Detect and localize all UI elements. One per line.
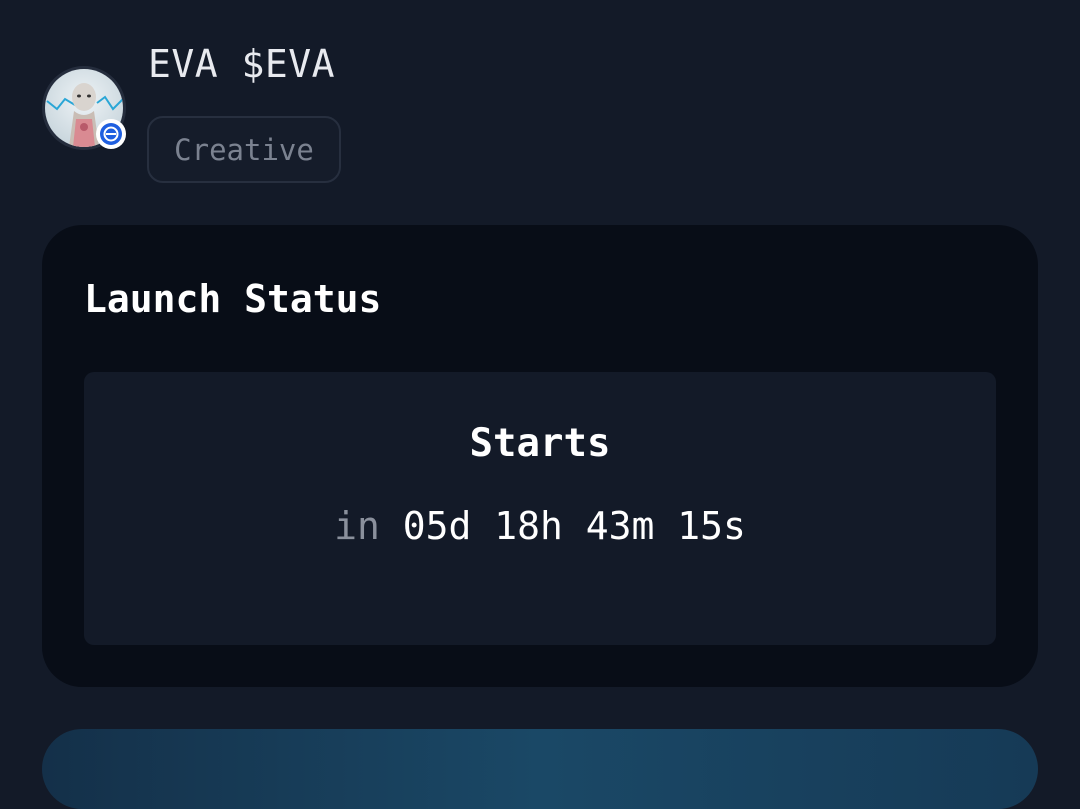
countdown-prefix: in (334, 504, 380, 548)
countdown-panel: Starts in 05d 18h 43m 15s (84, 372, 996, 645)
launch-status-card: Launch Status Starts in 05d 18h 43m 15s (42, 225, 1038, 687)
token-avatar-container[interactable] (42, 66, 126, 150)
category-tag-label: Creative (174, 132, 314, 167)
countdown-value: 05d 18h 43m 15s (402, 504, 746, 548)
base-chain-icon (96, 119, 126, 149)
launch-status-label: Starts (469, 421, 611, 466)
countdown-timer: in 05d 18h 43m 15s (84, 502, 996, 550)
launch-status-heading: Launch Status (84, 277, 382, 321)
next-section-card (42, 729, 1038, 809)
token-name: EVA $EVA (148, 42, 336, 86)
category-tag[interactable]: Creative (147, 116, 341, 183)
